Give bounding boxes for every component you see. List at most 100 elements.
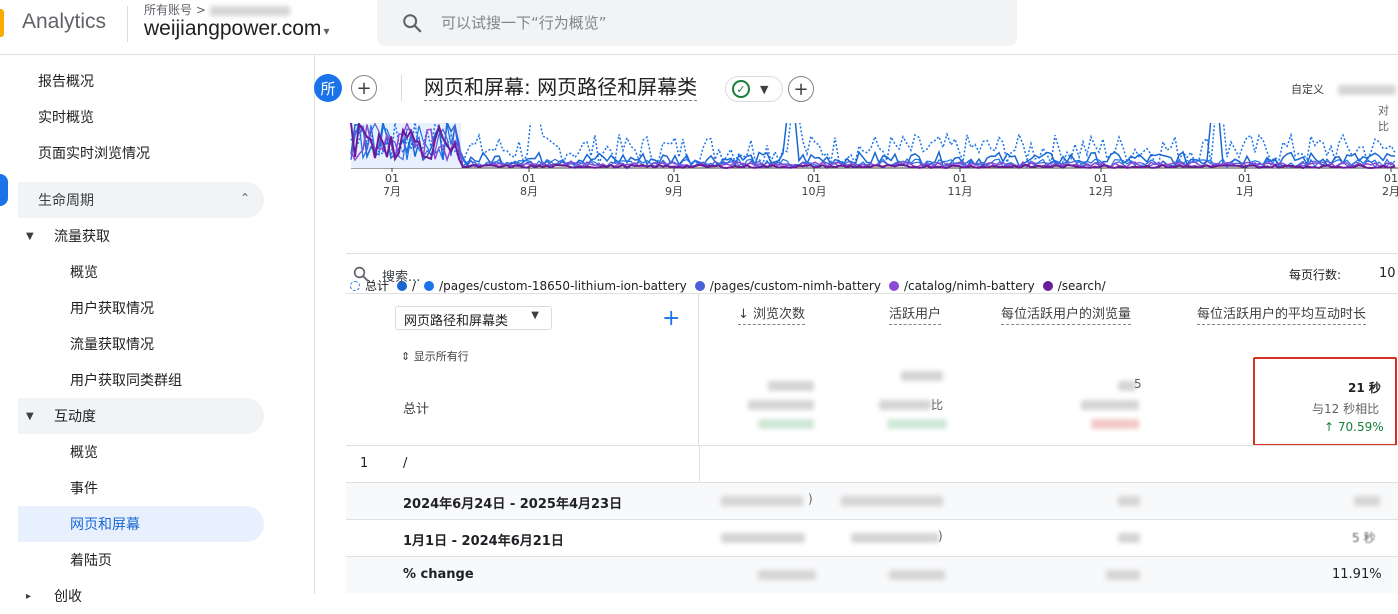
- sidebar-item-label: 概览: [70, 265, 98, 281]
- sidebar-item-events[interactable]: 事件: [18, 470, 264, 506]
- x-tick-label: 7月: [383, 185, 401, 198]
- redacted-value: [758, 570, 816, 580]
- date-custom-label: 自定义: [1291, 83, 1324, 96]
- table-search[interactable]: 搜索... 每页行数: 10: [346, 254, 1398, 294]
- sidebar-item-landing-page[interactable]: 着陆页: [18, 542, 264, 578]
- redacted-value: [1118, 533, 1140, 543]
- redacted-value: [887, 419, 947, 429]
- add-filter-button[interactable]: +: [788, 76, 814, 102]
- sidebar-group-acquisition[interactable]: ▼ 流量获取: [18, 218, 264, 254]
- redacted-value: [721, 533, 805, 543]
- table-search-placeholder: 搜索...: [382, 270, 421, 285]
- show-all-label: 显示所有行: [413, 350, 469, 363]
- redacted-value: [901, 371, 943, 381]
- account-breadcrumb-label: 所有账号 >: [144, 3, 206, 17]
- sidebar: 报告概况 实时概览 页面实时浏览情况 生命周期 ⌃ ▼ 流量获取 概览 用户获取情…: [18, 55, 315, 605]
- redacted-value: [768, 381, 814, 391]
- add-dimension-button[interactable]: +: [662, 306, 680, 331]
- avg-engagement-total: 21 秒: [1348, 381, 1381, 395]
- plus-icon: +: [356, 77, 372, 99]
- divider: [401, 75, 402, 101]
- redacted-date: [1337, 85, 1396, 95]
- sidebar-item-label: 着陆页: [70, 553, 112, 569]
- property-name: weijiangpower.com: [144, 17, 322, 40]
- report-status-menu[interactable]: ✓ ▼: [725, 76, 783, 102]
- sidebar-item-user-acquisition[interactable]: 用户获取情况: [18, 290, 264, 326]
- avg-engagement-change: ↑ 70.59%: [1324, 420, 1384, 434]
- sidebar-item-cohort[interactable]: 用户获取同类群组: [18, 362, 264, 398]
- partial-value: 比: [931, 398, 944, 412]
- x-tick-label: 01: [1094, 172, 1108, 185]
- metric-header-views-per-user[interactable]: 每位活跃用户的浏览量: [1001, 306, 1132, 325]
- redacted-value: [1354, 496, 1380, 506]
- metric-header-views[interactable]: ↓ 浏览次数: [738, 306, 806, 325]
- row-label: 2024年6月24日 - 2025年4月23日: [403, 497, 623, 512]
- table-row[interactable]: 1 /: [346, 445, 1398, 483]
- table-row[interactable]: 2024年6月24日 - 2025年4月23日 ): [346, 482, 1398, 519]
- table-row[interactable]: 1月1日 - 2024年6月21日 ) 5 秒: [346, 519, 1398, 556]
- rows-per-page-select[interactable]: 10: [1379, 266, 1396, 281]
- row-label: /: [403, 456, 408, 471]
- sidebar-item-reports-overview[interactable]: 报告概况: [18, 63, 264, 99]
- row-label: 1月1日 - 2024年6月21日: [403, 534, 564, 549]
- left-rail: [0, 55, 18, 594]
- metric-header-avg-engagement[interactable]: 每位活跃用户的平均互动时长: [1197, 306, 1367, 325]
- dimension-selector[interactable]: 网页路径和屏幕类 ▼: [395, 306, 552, 330]
- sidebar-item-label: 实时概览: [38, 110, 94, 126]
- dimension-label: 网页路径和屏幕类: [404, 314, 509, 329]
- account-breadcrumb[interactable]: 所有账号 >: [144, 1, 290, 18]
- sidebar-section-lifecycle[interactable]: 生命周期 ⌃: [18, 182, 264, 218]
- group-label: 互动度: [54, 409, 96, 425]
- table-row[interactable]: % change 11.91%: [346, 556, 1398, 593]
- date-range-picker[interactable]: 自定义: [1291, 81, 1396, 97]
- show-all-rows-toggle[interactable]: ⇕ 显示所有行: [401, 348, 469, 364]
- partial-value: ): [938, 529, 943, 543]
- app-name: Analytics: [22, 10, 107, 33]
- redacted-value: [721, 496, 803, 506]
- sidebar-group-engagement[interactable]: ▼ 互动度: [18, 398, 264, 434]
- sort-down-icon: ↓: [738, 307, 749, 322]
- total-label: 总计: [403, 402, 430, 417]
- sidebar-item-label: 概览: [70, 445, 98, 461]
- unfold-icon: ⇕: [401, 350, 411, 363]
- sidebar-item-eng-overview[interactable]: 概览: [18, 434, 264, 470]
- rail-indicator[interactable]: [0, 174, 8, 206]
- sidebar-item-realtime-pages[interactable]: 页面实时浏览情况: [18, 135, 264, 171]
- sidebar-item-label: 页面实时浏览情况: [38, 146, 150, 162]
- sidebar-item-pages-screens[interactable]: 网页和屏幕: [18, 506, 264, 542]
- line-chart: 01 7月 01 8月 01 9月 01 10月 01 11月 01 12月 01 1月 01 2月 总计 /…: [316, 123, 1398, 293]
- sidebar-group-monetization[interactable]: ▸ 创收: [18, 578, 264, 614]
- chevron-down-icon: ▾: [323, 24, 330, 38]
- property-selector[interactable]: weijiangpower.com ▾: [144, 17, 329, 41]
- sidebar-item-traffic-acquisition[interactable]: 流量获取情况: [18, 326, 264, 362]
- data-table: 搜索... 每页行数: 10 网页路径和屏幕类 ▼ + ⇕ 显示所有行 总计 ↓…: [346, 253, 1398, 594]
- sidebar-item-realtime[interactable]: 实时概览: [18, 99, 264, 135]
- comparison-avatar[interactable]: 所: [314, 74, 342, 102]
- sidebar-item-acq-overview[interactable]: 概览: [18, 254, 264, 290]
- search-bar[interactable]: 可以试搜一下“行为概览”: [377, 0, 1017, 46]
- x-tick-label: 2月: [1382, 185, 1398, 198]
- redacted-value: [889, 570, 945, 580]
- sidebar-item-label: 事件: [70, 481, 98, 497]
- redacted-account-name: [209, 5, 290, 16]
- x-tick-label: 10月: [802, 185, 827, 198]
- chevron-down-icon: ▼: [760, 82, 769, 96]
- triangle-down-icon: ▼: [26, 230, 34, 242]
- x-tick-label: 9月: [665, 185, 683, 198]
- add-comparison-button[interactable]: +: [351, 75, 377, 101]
- triangle-down-icon: ▼: [26, 410, 34, 422]
- x-tick-label: 01: [1238, 172, 1252, 185]
- row-label: % change: [403, 567, 474, 582]
- triangle-right-icon: ▸: [26, 590, 32, 602]
- x-tick-label: 01: [522, 172, 536, 185]
- group-label: 流量获取: [54, 229, 110, 245]
- x-tick-label: 01: [667, 172, 681, 185]
- redacted-value: [1106, 570, 1140, 580]
- check-circle-icon: ✓: [732, 80, 750, 98]
- x-tick-label: 01: [1384, 172, 1398, 185]
- metric-header-active-users[interactable]: 活跃用户: [889, 306, 942, 325]
- x-tick-label: 01: [953, 172, 967, 185]
- redacted-value: [1091, 419, 1139, 429]
- search-icon: [353, 266, 369, 282]
- metric-label: 浏览次数: [753, 307, 806, 322]
